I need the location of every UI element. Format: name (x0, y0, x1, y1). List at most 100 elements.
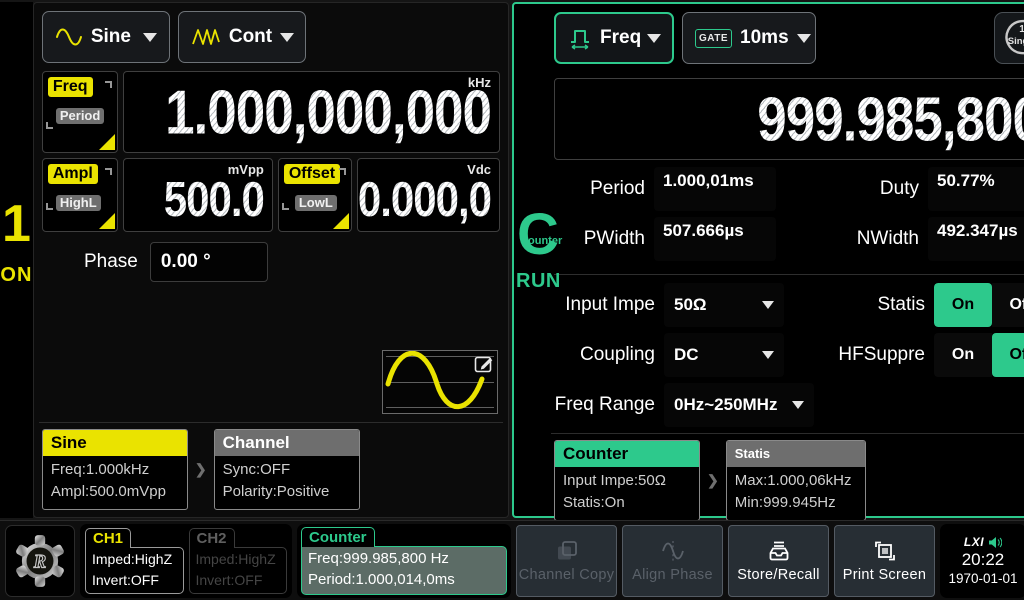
freq-period-param-button[interactable]: Freq Period (42, 71, 118, 153)
spacer (42, 284, 500, 350)
chevron-right-icon: ❯ (195, 461, 207, 478)
ampl-highl-param-button[interactable]: Ampl HighL (42, 158, 118, 232)
offset-value: 0.000,0 (358, 171, 491, 228)
instrument-screen: 1 ON Sine Cont (0, 0, 1024, 600)
align-phase-button[interactable]: Align Phase (622, 525, 723, 597)
tab-statis[interactable]: Statis Max:1.000,06kHz Min:999.945Hz (726, 440, 866, 521)
counter-statis-summary: Statis:On (563, 492, 691, 515)
coupling-label: Coupling (554, 344, 664, 366)
bottom-status-bar: R CH1 Imped:HighZ Invert:OFF CH2 Imped:H… (0, 520, 1024, 600)
coupling-dropdown[interactable]: DC (664, 333, 784, 377)
offset-param-label: Offset (284, 164, 340, 184)
phase-input[interactable]: 0.00 ° (150, 242, 268, 282)
frequency-display[interactable]: kHz 1.000,000,000 (123, 71, 500, 153)
store-recall-button[interactable]: Store/Recall (728, 525, 829, 597)
hfsuppre-toggle: On Off (934, 333, 1024, 377)
freq-range-dropdown[interactable]: 0Hz~250MHz (664, 383, 814, 427)
gate-time-select[interactable]: GATE 10ms (682, 12, 816, 64)
single-trigger-button[interactable]: 1 Single (994, 12, 1024, 64)
counter-letter-rest: ounter (528, 235, 562, 247)
channel-number: 1 (2, 198, 31, 250)
offset-lowl-param-button[interactable]: Offset LowL (278, 158, 352, 232)
print-screen-button[interactable]: Print Screen (834, 525, 935, 597)
offset-display[interactable]: Vdc 0.000,0 (357, 158, 500, 232)
tab-statis-body: Max:1.000,06kHz Min:999.945Hz (727, 467, 865, 520)
align-phase-label: Align Phase (632, 567, 713, 583)
counter-frequency-display[interactable]: Hz 999.985,800 (554, 78, 1024, 160)
svg-text:Single: Single (1008, 36, 1024, 47)
pwidth-value-box: 507.666µs (654, 217, 776, 261)
freq-range-row: Freq Range 0Hz~250MHz (554, 383, 1024, 427)
statis-toggle: On Off (934, 283, 1024, 327)
ch1-status-card[interactable]: CH1 Imped:HighZ Invert:OFF (85, 528, 184, 594)
chevron-down-icon (792, 401, 804, 409)
tab-channel[interactable]: Channel Sync:OFF Polarity:Positive (214, 429, 360, 510)
hfsuppre-on-label: On (952, 346, 974, 364)
channel-sync-summary: Sync:OFF (223, 459, 351, 482)
counter-panel: C ounter RUN Freq (512, 2, 1024, 518)
counter-card-title: Counter (301, 527, 375, 547)
tab-counter[interactable]: Counter Input Impe:50Ω Statis:On (554, 440, 700, 521)
counter-sidebar[interactable]: C ounter RUN (514, 4, 554, 516)
statis-label: Statis (784, 294, 934, 316)
counter-content: Freq GATE 10ms 1 Single (554, 4, 1024, 516)
period-value: 1.000,01ms (663, 171, 754, 190)
phase-label: Phase (42, 251, 150, 273)
channel-copy-button[interactable]: Channel Copy (516, 525, 617, 597)
run-mode-select[interactable]: Cont (178, 11, 306, 63)
system-menu-button[interactable]: R (5, 525, 75, 597)
ch1-invert: Invert:OFF (92, 570, 177, 591)
coupling-hfsuppre-row: Coupling DC HFSuppre On Off (554, 333, 1024, 377)
tab-channel-title: Channel (215, 430, 359, 456)
nwidth-value: 492.347µs (937, 221, 1018, 240)
corner-bracket-icon (46, 203, 53, 210)
sine-wave-icon (55, 25, 83, 49)
chevron-down-icon (797, 34, 811, 43)
tab-channel-body: Sync:OFF Polarity:Positive (215, 456, 359, 509)
tab-statis-title: Statis (727, 441, 865, 467)
sine-freq-summary: Freq:1.000kHz (51, 459, 179, 482)
counter-card-body: Freq:999.985,800 Hz Period:1.000,014,0ms (301, 546, 507, 595)
duty-label: Duty (796, 178, 928, 200)
freq-range-label: Freq Range (554, 394, 664, 416)
nwidth-label: NWidth (796, 228, 928, 250)
store-recall-icon (766, 538, 792, 564)
hfsuppre-off-button[interactable]: Off (992, 333, 1024, 377)
svg-text:R: R (33, 551, 46, 572)
gate-badge: GATE (695, 29, 732, 48)
main-panels: 1 ON Sine Cont (0, 0, 1024, 520)
param-corner-triangle-icon (333, 213, 349, 229)
period-value-box: 1.000,01ms (654, 167, 776, 211)
lowl-param-label: LowL (295, 195, 337, 211)
amplitude-display[interactable]: mVpp 500.0 (123, 158, 273, 232)
hfsuppre-on-button[interactable]: On (934, 333, 992, 377)
ch2-card-title: CH2 (189, 528, 235, 548)
amplitude-value: 500.0 (164, 171, 264, 228)
ch1-impedance: Imped:HighZ (92, 549, 177, 570)
waveform-select[interactable]: Sine (42, 11, 170, 63)
channel1-sidebar[interactable]: 1 ON (0, 2, 33, 518)
channel-polarity-summary: Polarity:Positive (223, 481, 351, 504)
counter-card: Counter Freq:999.985,800 Hz Period:1.000… (301, 527, 507, 595)
run-mode-select-label: Cont (229, 26, 272, 48)
edit-waveform-icon[interactable] (473, 353, 495, 375)
counter-mode-select[interactable]: Freq (554, 12, 674, 64)
counter-period-readout: Period:1.000,014,0ms (308, 569, 500, 591)
chevron-down-icon (762, 301, 774, 309)
input-impedance-dropdown[interactable]: 50Ω (664, 283, 784, 327)
sine-ampl-summary: Ampl:500.0mVpp (51, 481, 179, 504)
chevron-right-icon: ❯ (707, 472, 719, 489)
counter-status-card[interactable]: Counter Freq:999.985,800 Hz Period:1.000… (297, 524, 511, 598)
system-status-clock: LXI 20:22 1970-01-01 (940, 524, 1024, 598)
frequency-value: 1.000,000,000 (165, 77, 491, 149)
counter-mode-label: Freq (600, 27, 641, 49)
duty-value: 50.77% (937, 171, 995, 190)
statis-on-button[interactable]: On (934, 283, 992, 327)
freq-range-value: 0Hz~250MHz (674, 395, 777, 415)
counter-frequency-value: 999.985,800 (757, 84, 1024, 156)
statis-off-button[interactable]: Off (992, 283, 1024, 327)
waveform-preview[interactable] (382, 350, 498, 414)
phase-row: Phase 0.00 ° (42, 240, 500, 284)
ch2-status-card[interactable]: CH2 Imped:HighZ Invert:OFF (189, 528, 288, 594)
tab-sine[interactable]: Sine Freq:1.000kHz Ampl:500.0mVpp (42, 429, 188, 510)
